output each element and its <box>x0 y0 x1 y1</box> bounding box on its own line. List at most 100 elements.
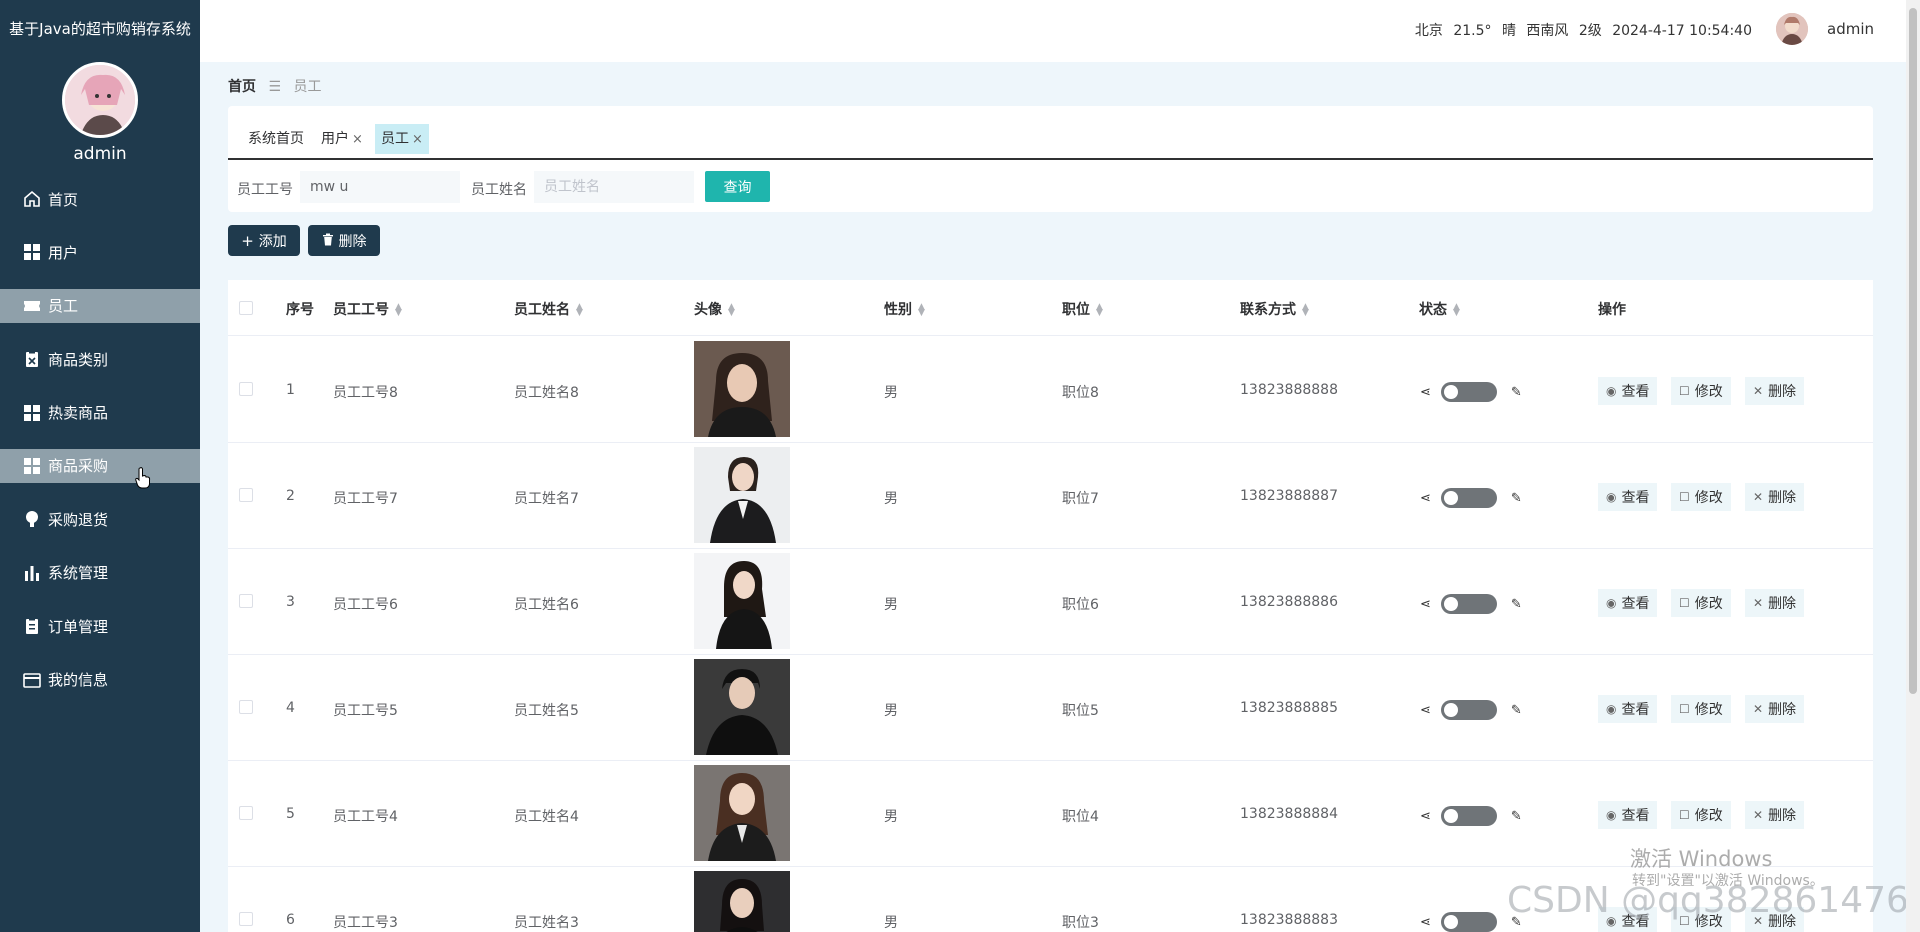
header-status[interactable]: 状态 ▲ ▼ <box>1419 299 1460 319</box>
header-employee-id[interactable]: 员工工号 ▲ ▼ <box>333 299 402 319</box>
header-employee-name[interactable]: 员工姓名 ▲ ▼ <box>514 299 583 319</box>
status-toggle[interactable] <box>1440 594 1497 614</box>
edit-icon: ☐ <box>1679 384 1690 398</box>
sidebar-item-purchase-return[interactable]: 采购退货 <box>0 502 200 536</box>
page-scrollbar[interactable] <box>1906 0 1920 932</box>
view-button[interactable]: ◉ 查看 <box>1598 801 1658 829</box>
sort-icon[interactable]: ▲ ▼ <box>576 303 583 318</box>
sort-icon[interactable]: ▲ ▼ <box>918 303 925 318</box>
header-username[interactable]: admin <box>1827 20 1874 38</box>
select-all-checkbox[interactable] <box>239 301 253 315</box>
view-button[interactable]: ◉ 查看 <box>1598 589 1658 617</box>
edit-button[interactable]: ☐ 修改 <box>1671 801 1731 829</box>
delete-button[interactable]: 删除 <box>308 225 380 256</box>
sidebar-item-categories[interactable]: 商品类别 <box>0 342 200 376</box>
employee-name-input[interactable] <box>534 171 694 203</box>
row-checkbox[interactable] <box>239 912 253 926</box>
view-button-label: 查看 <box>1621 490 1650 506</box>
add-button[interactable]: + 添加 <box>228 225 300 256</box>
current-datetime: 2024-4-17 10:54:40 <box>1612 23 1752 39</box>
row-checkbox[interactable] <box>239 594 253 608</box>
sidebar-item-my-info[interactable]: 我的信息 <box>0 663 200 697</box>
row-delete-button[interactable]: ✕ 删除 <box>1745 589 1805 617</box>
row-checkbox[interactable] <box>239 700 253 714</box>
status-toggle[interactable] <box>1440 700 1497 720</box>
view-button[interactable]: ◉ 查看 <box>1598 483 1658 511</box>
sort-icon[interactable]: ▲ ▼ <box>1302 303 1309 318</box>
pen-icon[interactable]: ✎ <box>1511 385 1522 400</box>
close-icon[interactable]: × <box>412 132 423 147</box>
header-position[interactable]: 职位 ▲ ▼ <box>1062 299 1103 319</box>
sidebar-item-system[interactable]: 系统管理 <box>0 556 200 590</box>
sidebar-avatar[interactable] <box>62 62 138 138</box>
sort-icon[interactable]: ▲ ▼ <box>1096 303 1103 318</box>
sidebar-item-label: 用户 <box>48 243 79 262</box>
tab-system-home[interactable]: 系统首页 <box>242 124 310 154</box>
share-icon[interactable]: ⋖ <box>1420 809 1431 824</box>
sidebar-item-label: 热卖商品 <box>48 404 109 423</box>
row-delete-button[interactable]: ✕ 删除 <box>1745 801 1805 829</box>
delete-button-label: 删除 <box>1768 596 1797 612</box>
csdn-watermark: CSDN @qq3828614760 <box>1507 880 1920 921</box>
share-icon[interactable]: ⋖ <box>1420 915 1431 930</box>
employee-photo[interactable] <box>694 871 790 932</box>
status-toggle[interactable] <box>1440 912 1497 932</box>
pen-icon[interactable]: ✎ <box>1511 809 1522 824</box>
close-icon[interactable]: × <box>352 132 363 147</box>
share-icon[interactable]: ⋖ <box>1420 385 1431 400</box>
share-icon[interactable]: ⋖ <box>1420 597 1431 612</box>
tab-users[interactable]: 用户 × <box>315 124 369 154</box>
status-toggle[interactable] <box>1440 488 1497 508</box>
sidebar-item-label: 员工 <box>48 297 79 316</box>
status-toggle[interactable] <box>1440 806 1497 826</box>
row-delete-button[interactable]: ✕ 删除 <box>1745 483 1805 511</box>
employee-photo[interactable] <box>694 765 790 861</box>
sort-icon[interactable]: ▲ ▼ <box>1453 303 1460 318</box>
cell-gender: 男 <box>884 385 898 401</box>
view-button[interactable]: ◉ 查看 <box>1598 377 1658 405</box>
sidebar-item-purchase[interactable]: 商品采购 <box>0 448 200 483</box>
employee-photo[interactable] <box>694 553 790 649</box>
table-row: 2 员工工号7 员工姓名7 男 职位7 13823888887 ⋖ ✎ ◉ 查看 … <box>228 443 1873 549</box>
breadcrumb-home[interactable]: 首页 <box>228 79 256 95</box>
query-button[interactable]: 查询 <box>705 171 770 202</box>
edit-button[interactable]: ☐ 修改 <box>1671 377 1731 405</box>
employee-photo[interactable] <box>694 341 790 437</box>
pen-icon[interactable]: ✎ <box>1511 491 1522 506</box>
share-icon[interactable]: ⋖ <box>1420 491 1431 506</box>
sort-icon[interactable]: ▲ ▼ <box>728 303 735 318</box>
employee-photo[interactable] <box>694 447 790 543</box>
employee-id-label: 员工工号 <box>237 182 293 198</box>
employee-id-input[interactable] <box>300 171 460 203</box>
sidebar-item-employees[interactable]: 员工 <box>0 288 200 323</box>
row-delete-button[interactable]: ✕ 删除 <box>1745 377 1805 405</box>
tab-label: 员工 <box>381 131 409 147</box>
view-button[interactable]: ◉ 查看 <box>1598 695 1658 723</box>
pen-icon[interactable]: ✎ <box>1511 703 1522 718</box>
edit-button[interactable]: ☐ 修改 <box>1671 695 1731 723</box>
status-toggle[interactable] <box>1440 382 1497 402</box>
pen-icon[interactable]: ✎ <box>1511 597 1522 612</box>
share-icon[interactable]: ⋖ <box>1420 703 1431 718</box>
sidebar-item-orders[interactable]: 订单管理 <box>0 609 200 643</box>
row-checkbox[interactable] <box>239 382 253 396</box>
edit-button[interactable]: ☐ 修改 <box>1671 483 1731 511</box>
scrollbar-thumb[interactable] <box>1909 8 1917 694</box>
header-avatar[interactable] <box>1776 13 1808 45</box>
row-checkbox[interactable] <box>239 806 253 820</box>
row-checkbox[interactable] <box>239 488 253 502</box>
sidebar-item-users[interactable]: 用户 <box>0 235 200 269</box>
header-gender[interactable]: 性别 ▲ ▼ <box>884 299 925 319</box>
employee-photo[interactable] <box>694 659 790 755</box>
edit-button[interactable]: ☐ 修改 <box>1671 589 1731 617</box>
row-delete-button[interactable]: ✕ 删除 <box>1745 695 1805 723</box>
header-label: 联系方式 <box>1240 302 1296 318</box>
sidebar-item-home[interactable]: 首页 <box>0 182 200 216</box>
status-control: ⋖ ✎ <box>1420 382 1522 402</box>
sidebar-item-hot-products[interactable]: 热卖商品 <box>0 396 200 430</box>
tab-employees[interactable]: 员工 × <box>375 124 429 154</box>
header-photo[interactable]: 头像 ▲ ▼ <box>694 299 735 319</box>
sort-icon[interactable]: ▲ ▼ <box>395 303 402 318</box>
view-button-label: 查看 <box>1621 808 1650 824</box>
header-contact[interactable]: 联系方式 ▲ ▼ <box>1240 299 1309 319</box>
